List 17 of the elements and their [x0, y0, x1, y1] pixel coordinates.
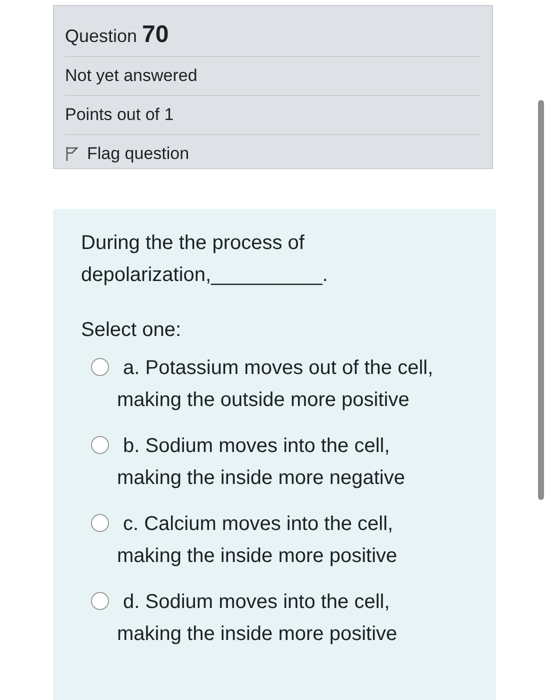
radio-button[interactable] [91, 358, 109, 376]
flag-icon [65, 146, 79, 162]
answer-option[interactable]: d. Sodium moves into the cell, making the inside more positive [117, 586, 447, 650]
points-text: Points out of 1 [65, 105, 174, 125]
answer-option[interactable]: b. Sodium moves into the cell, making the inside more negative [117, 430, 447, 494]
answer-option[interactable]: c. Calcium moves into the cell, making the inside more positive [117, 508, 447, 572]
question-number: 70 [142, 21, 169, 49]
answer-option[interactable]: a. Potassium moves out of the cell, making the outside more positive [117, 352, 447, 416]
radio-button[interactable] [91, 514, 109, 532]
radio-button[interactable] [91, 436, 109, 454]
status-text: Not yet answered [65, 66, 198, 86]
question-label: Question [65, 26, 138, 47]
radio-button[interactable] [91, 592, 109, 610]
flag-question-link[interactable]: Flag question [65, 144, 190, 164]
question-text: During the the process of depolarization,__________. [81, 231, 329, 288]
select-prompt: Select one: [81, 319, 182, 342]
scroll-bar[interactable] [538, 100, 544, 500]
